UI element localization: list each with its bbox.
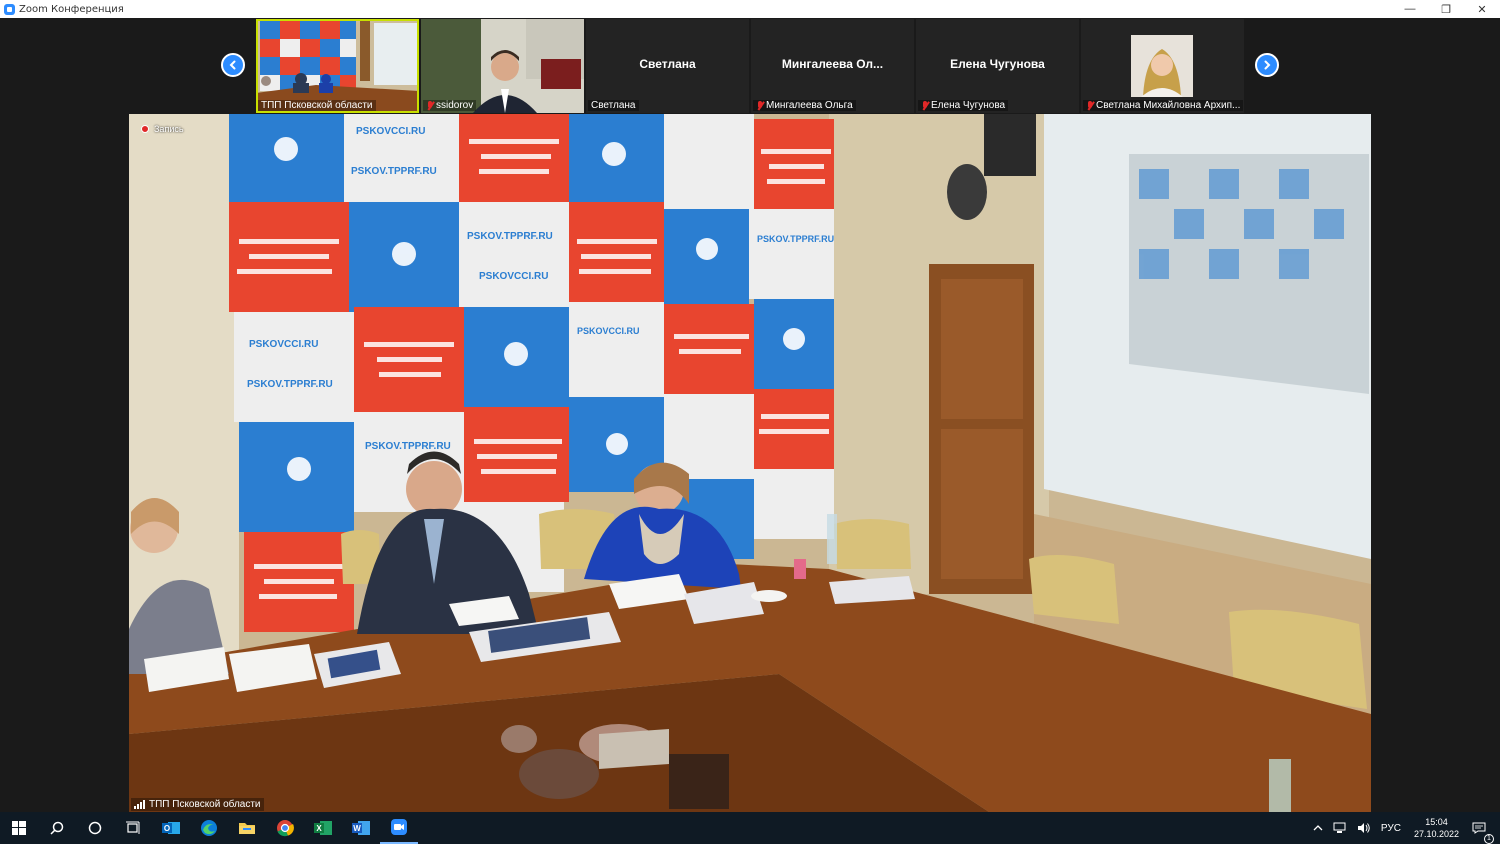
participant-tile-mingaleeva[interactable]: Мингалеева Ол... Мингалеева Ольга <box>751 19 914 113</box>
main-speaker-label: ТПП Псковской области <box>131 798 264 811</box>
notification-count-badge: 1 <box>1484 834 1494 844</box>
participant-tile-ssidorov[interactable]: ssidorov <box>421 19 584 113</box>
signal-strength-icon <box>134 800 145 809</box>
video-thumbnail <box>421 19 584 113</box>
close-button[interactable]: ✕ <box>1464 0 1500 18</box>
banner-url-text: PSKOV.TPPRF.RU <box>467 231 553 242</box>
window-controls: — ❐ ✕ <box>1392 0 1500 18</box>
search-icon[interactable] <box>38 812 76 844</box>
recording-indicator: Запись <box>141 124 184 134</box>
mic-muted-icon <box>426 100 434 111</box>
participant-name-label: Мингалеева Ольга <box>753 100 856 111</box>
mic-muted-icon <box>921 100 929 111</box>
participant-name-label: Светлана <box>588 100 639 111</box>
gallery-next-button[interactable] <box>1255 53 1279 77</box>
profile-photo <box>1081 19 1244 113</box>
excel-icon[interactable]: X <box>304 812 342 844</box>
mic-muted-icon <box>756 100 764 111</box>
participant-name-label: ТПП Псковской области <box>258 100 376 111</box>
chevron-left-icon <box>229 60 236 70</box>
banner-url-text: PSKOVCCI.RU <box>249 339 318 350</box>
network-icon[interactable] <box>1328 822 1352 834</box>
outlook-icon[interactable]: O <box>152 812 190 844</box>
participant-name-label: ssidorov <box>423 100 477 111</box>
svg-text:X: X <box>316 824 322 833</box>
main-speaker-video[interactable]: PSKOVCCI.RU PSKOV.TPPRF.RU PSKOV.TPPRF.R… <box>129 114 1371 812</box>
minimize-button[interactable]: — <box>1392 0 1428 18</box>
banner-url-text: PSKOV.TPPRF.RU <box>365 441 451 452</box>
window-title: Zoom Конференция <box>19 3 124 15</box>
restore-button[interactable]: ❐ <box>1428 0 1464 18</box>
edge-icon[interactable] <box>190 812 228 844</box>
chevron-up-icon[interactable] <box>1308 824 1328 832</box>
recording-label: Запись <box>154 124 184 134</box>
file-explorer-icon[interactable] <box>228 812 266 844</box>
chrome-icon[interactable] <box>266 812 304 844</box>
clock-time: 15:04 <box>1425 817 1448 827</box>
participant-display-name: Елена Чугунова <box>950 57 1045 71</box>
word-icon[interactable]: W <box>342 812 380 844</box>
participant-display-name: Мингалеева Ол... <box>781 57 884 71</box>
clock[interactable]: 15:04 27.10.2022 <box>1406 816 1467 840</box>
svg-text:O: O <box>164 824 170 833</box>
banner-url-text: PSKOVCCI.RU <box>479 271 548 282</box>
participant-tile-chugunova[interactable]: Елена Чугунова Елена Чугунова <box>916 19 1079 113</box>
zoom-app-icon <box>4 3 15 15</box>
zoom-icon[interactable] <box>380 812 418 844</box>
cortana-icon[interactable] <box>76 812 114 844</box>
participant-name-label: Елена Чугунова <box>918 100 1009 111</box>
banner-url-text: PSKOV.TPPRF.RU <box>351 166 437 177</box>
participant-tile-tpp[interactable]: ТПП Псковской области <box>256 19 419 113</box>
participant-tile-arkhipova[interactable]: Светлана Михайловна Архип... <box>1081 19 1244 113</box>
video-thumbnail <box>256 19 419 113</box>
svg-text:W: W <box>353 824 361 833</box>
participant-tile-svetlana[interactable]: Светлана Светлана <box>586 19 749 113</box>
task-view-icon[interactable] <box>114 812 152 844</box>
participant-name-label: Светлана Михайловна Архип... <box>1083 100 1244 111</box>
conference-room-video: PSKOVCCI.RU PSKOV.TPPRF.RU PSKOV.TPPRF.R… <box>129 114 1371 812</box>
gallery-prev-button[interactable] <box>221 53 245 77</box>
banner-url-text: PSKOVCCI.RU <box>356 126 425 137</box>
windows-taskbar: O X W РУС 15:04 27.10.2022 1 <box>0 812 1500 844</box>
participant-display-name: Светлана <box>639 57 696 71</box>
clock-date: 27.10.2022 <box>1413 829 1459 839</box>
mic-muted-icon <box>1086 100 1094 111</box>
banner-url-text: PSKOVCCI.RU <box>577 326 640 336</box>
recording-dot-icon <box>141 125 149 133</box>
system-tray: РУС 15:04 27.10.2022 1 <box>1308 812 1500 844</box>
title-bar: Zoom Конференция — ❐ ✕ <box>0 0 1500 18</box>
banner-url-text: PSKOV.TPPRF.RU <box>247 379 333 390</box>
windows-start-icon[interactable] <box>0 812 38 844</box>
banner-url-text: PSKOV.TPPRF.RU <box>757 234 834 244</box>
participant-strip: ТПП Псковской области ssidorov Светлана … <box>0 18 1500 114</box>
volume-icon[interactable] <box>1352 822 1376 834</box>
notifications-icon[interactable]: 1 <box>1467 822 1500 844</box>
main-speaker-name: ТПП Псковской области <box>149 799 261 810</box>
chevron-right-icon <box>1264 60 1271 70</box>
language-indicator[interactable]: РУС <box>1376 823 1406 834</box>
